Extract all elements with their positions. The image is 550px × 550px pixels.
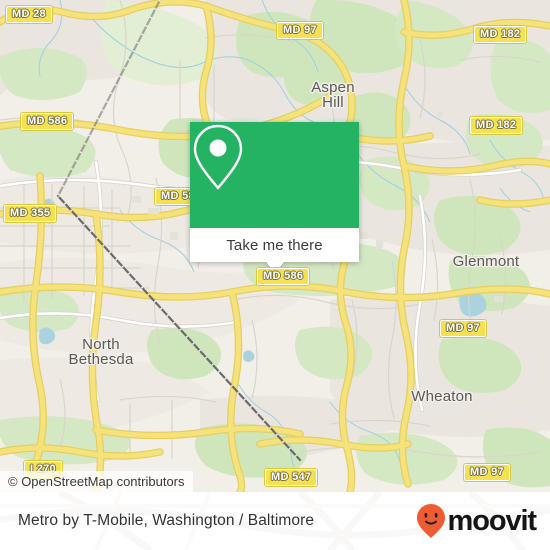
station-popup-card[interactable]: Take me there	[190, 122, 359, 273]
popup-pin-panel	[190, 122, 359, 228]
highway-shield-md-586: MD 586	[19, 112, 75, 131]
map-attribution[interactable]: © OpenStreetMap contributors	[0, 471, 193, 492]
moovit-wordmark: moovit	[447, 504, 538, 537]
take-me-there-button[interactable]: Take me there	[190, 228, 359, 262]
highway-shield-md-182: MD 182	[472, 25, 528, 44]
highway-shield-md-97-south: MD 97	[463, 463, 511, 482]
moovit-logo[interactable]: moovit	[416, 503, 538, 539]
highway-shield-md-547: MD 547	[263, 468, 319, 487]
highway-shield-md-28: MD 28	[5, 5, 53, 24]
highway-shield-md-586-center: MD 586	[255, 267, 311, 286]
take-me-there-label: Take me there	[226, 236, 323, 254]
moovit-pin-smiley-icon	[416, 504, 445, 538]
highway-shield-md-97: MD 97	[276, 21, 324, 40]
station-title: Metro by T-Mobile, Washington / Baltimor…	[18, 512, 315, 529]
highway-shield-md-355: MD 355	[2, 204, 58, 223]
map-canvas[interactable]: .land{fill:#f2efe9} .urban{fill:#eae5df}…	[0, 0, 550, 492]
footer-bar: Metro by T-Mobile, Washington / Baltimor…	[0, 492, 550, 550]
highway-shield-md-97-east: MD 97	[439, 319, 487, 338]
highway-shield-md-182-south: MD 182	[468, 116, 524, 135]
map-pin-icon	[193, 124, 243, 190]
moovit-station-map-screen: .land{fill:#f2efe9} .urban{fill:#eae5df}…	[0, 0, 550, 550]
